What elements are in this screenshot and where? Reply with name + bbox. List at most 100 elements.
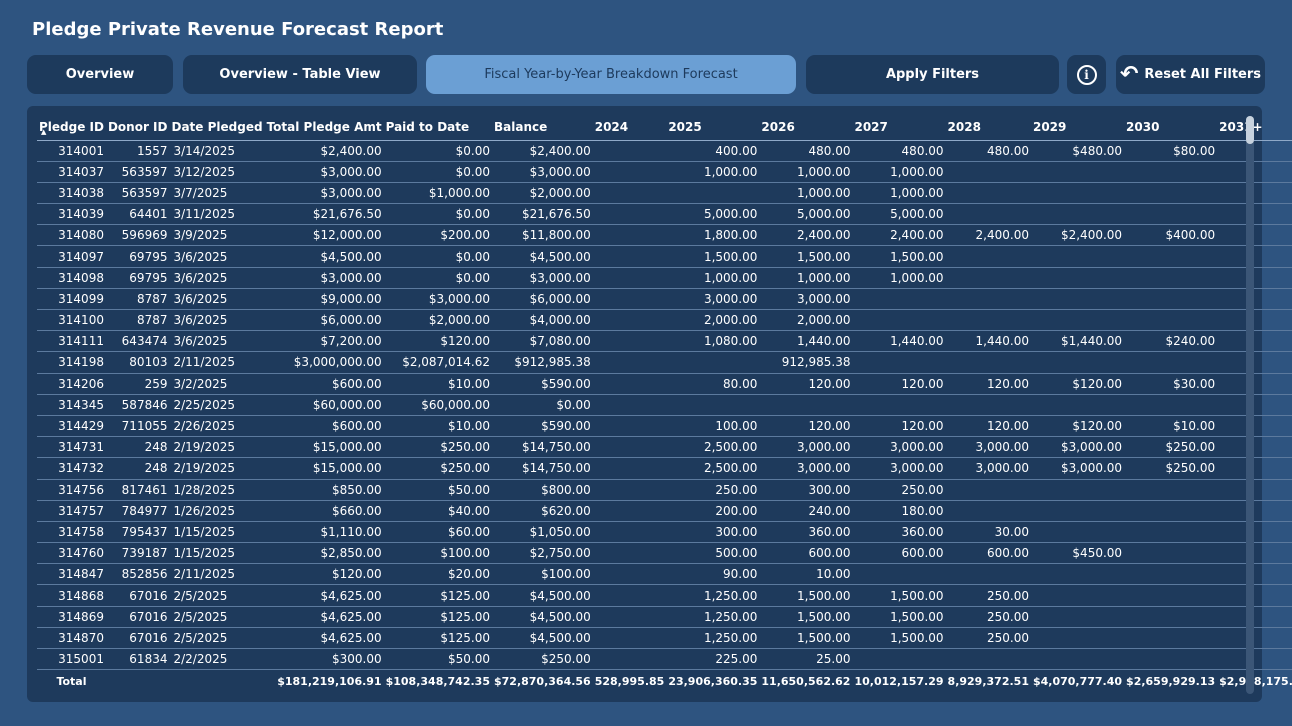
table-row[interactable]: 314429 711055 2/26/2025 $600.00 $10.00 $590.0… xyxy=(37,415,1292,438)
table-cell: 314198 xyxy=(37,351,106,374)
apply-filters-button[interactable]: Apply Filters xyxy=(806,55,1059,94)
table-cell: 314098 xyxy=(37,267,106,289)
table-row[interactable]: 314868 67016 2/5/2025 $4,625.00 $125.00 $4,50… xyxy=(37,584,1292,607)
table-row[interactable]: 314869 67016 2/5/2025 $4,625.00 $125.00 $4,50… xyxy=(37,606,1292,628)
table-row[interactable]: 314080 596969 3/9/2025 $12,000.00 $200.00 $11… xyxy=(37,224,1292,247)
column-header[interactable]: 2028 xyxy=(946,114,1031,140)
column-header[interactable]: 2031+ xyxy=(1217,114,1292,140)
table-totals-row: Total $181,219,106.91 $108,348,742.35 $72,8… xyxy=(37,669,1292,694)
table-row[interactable]: 314731 248 2/19/2025 $15,000.00 $250.00 $14,7… xyxy=(37,436,1292,459)
column-header[interactable]: Paid to Date xyxy=(384,114,492,140)
table-cell xyxy=(592,479,667,501)
table-row[interactable]: 314038 563597 3/7/2025 $3,000.00 $1,000.00 $2… xyxy=(37,182,1292,205)
table-cell: $480.00 xyxy=(1030,140,1125,162)
table-cell: $100.00 xyxy=(383,542,492,565)
table-row[interactable]: 314756 817461 1/28/2025 $850.00 $50.00 $800.0… xyxy=(37,479,1292,501)
table-cell: $4,625.00 xyxy=(264,606,384,628)
table-row[interactable]: 314206 259 3/2/2025 $600.00 $10.00 $590.00 80.… xyxy=(37,373,1292,395)
column-header[interactable]: 2030 xyxy=(1124,114,1217,140)
table-cell xyxy=(852,288,946,311)
table-cell xyxy=(1217,479,1292,501)
table-row[interactable]: 314097 69795 3/6/2025 $4,500.00 $0.00 $4,500.… xyxy=(37,245,1292,268)
scrollbar-thumb[interactable] xyxy=(1246,116,1254,144)
table-cell: $9,000.00 xyxy=(264,288,384,311)
table-cell: $10.00 xyxy=(383,415,492,438)
table-cell xyxy=(945,161,1031,183)
column-header[interactable]: Total Pledge Amt xyxy=(265,114,384,140)
table-cell xyxy=(1030,245,1125,268)
table-row[interactable]: 314039 64401 3/11/2025 $21,676.50 $0.00 $21,6… xyxy=(37,203,1292,226)
table-view-button[interactable]: Overview - Table View xyxy=(183,55,417,94)
table-cell: 3/12/2025 xyxy=(169,161,265,183)
table-row[interactable]: 314037 563597 3/12/2025 $3,000.00 $0.00 $3,00… xyxy=(37,161,1292,183)
table-cell: $2,750.00 xyxy=(491,542,593,565)
column-header[interactable]: Date Pledged xyxy=(169,114,264,140)
table-row[interactable]: 314758 795437 1/15/2025 $1,110.00 $60.00 $1,0… xyxy=(37,521,1292,544)
table-cell: $3,000.00 xyxy=(264,267,384,289)
table-cell xyxy=(1217,351,1292,374)
table-cell: 852856 xyxy=(105,563,170,586)
table-cell: $0.00 xyxy=(383,267,492,289)
table-cell: 3/9/2025 xyxy=(169,224,265,247)
table-cell: 300.00 xyxy=(759,479,853,501)
column-header[interactable]: Balance xyxy=(492,114,593,140)
table-row[interactable]: 314099 8787 3/6/2025 $9,000.00 $3,000.00 $6,0… xyxy=(37,288,1292,311)
table-cell xyxy=(945,394,1031,416)
info-button[interactable]: i xyxy=(1067,55,1106,94)
table-cell: 200.00 xyxy=(666,500,760,522)
table-row[interactable]: 315001 61834 2/2/2025 $300.00 $50.00 $250.00 2… xyxy=(37,648,1292,671)
table-cell: 1/28/2025 xyxy=(169,479,265,501)
column-header[interactable]: 2024 xyxy=(593,114,667,140)
table-cell: $250.00 xyxy=(383,457,492,480)
table-row[interactable]: 314001 1557 3/14/2025 $2,400.00 $0.00 $2,400.… xyxy=(37,140,1292,162)
table-row[interactable]: 314760 739187 1/15/2025 $2,850.00 $100.00 $2,… xyxy=(37,542,1292,565)
table-row[interactable]: 314870 67016 2/5/2025 $4,625.00 $125.00 $4,50… xyxy=(37,627,1292,650)
table-cell xyxy=(666,182,760,205)
table-cell: 643474 xyxy=(105,330,170,353)
table-cell: 314080 xyxy=(37,224,106,247)
table-cell: 2,400.00 xyxy=(945,224,1031,247)
table-cell xyxy=(1124,182,1218,205)
column-header[interactable]: ▲ Pledge ID xyxy=(37,114,106,140)
table-cell: 67016 xyxy=(105,606,170,628)
table-row[interactable]: 314100 8787 3/6/2025 $6,000.00 $2,000.00 $4,0… xyxy=(37,309,1292,332)
table-cell xyxy=(1030,521,1125,544)
table-cell xyxy=(592,351,667,374)
table-cell xyxy=(945,203,1031,226)
table-cell: 3/6/2025 xyxy=(169,309,265,332)
table-cell: $6,000.00 xyxy=(491,288,593,311)
table-cell xyxy=(1217,584,1292,607)
table-cell: 314757 xyxy=(37,500,106,522)
table-row[interactable]: 314111 643474 3/6/2025 $7,200.00 $120.00 $7,0… xyxy=(37,330,1292,353)
table-cell: 2,000.00 xyxy=(666,309,760,332)
column-header[interactable]: 2027 xyxy=(852,114,945,140)
table-cell: 1,250.00 xyxy=(666,627,760,650)
table-row[interactable]: 314345 587846 2/25/2025 $60,000.00 $60,000.0… xyxy=(37,394,1292,416)
table-row[interactable]: 314198 80103 2/11/2025 $3,000,000.00 $2,087,… xyxy=(37,351,1292,374)
overview-button[interactable]: Overview xyxy=(27,55,173,94)
table-cell: 1,250.00 xyxy=(666,606,760,628)
table-cell: 314429 xyxy=(37,415,106,438)
fiscal-breakdown-button[interactable]: Fiscal Year-by-Year Breakdown Forecast xyxy=(426,55,796,94)
table-row[interactable]: 314847 852856 2/11/2025 $120.00 $20.00 $100.0… xyxy=(37,563,1292,586)
vertical-scrollbar[interactable] xyxy=(1246,116,1254,694)
reset-filters-button[interactable]: ↶ Reset All Filters xyxy=(1116,55,1265,94)
column-header[interactable]: 2026 xyxy=(759,114,852,140)
table-cell: 3,000.00 xyxy=(945,457,1031,480)
table-cell xyxy=(592,521,667,544)
table-row[interactable]: 314732 248 2/19/2025 $15,000.00 $250.00 $14,7… xyxy=(37,457,1292,480)
table-cell xyxy=(592,245,667,268)
column-header[interactable]: 2029 xyxy=(1031,114,1124,140)
table-cell: $21,676.50 xyxy=(491,203,593,226)
table-cell xyxy=(945,309,1031,332)
table-cell: 1,440.00 xyxy=(759,330,853,353)
column-header[interactable]: 2025 xyxy=(666,114,759,140)
total-cell: 10,012,157.29 xyxy=(852,669,946,694)
table-row[interactable]: 314098 69795 3/6/2025 $3,000.00 $0.00 $3,000.… xyxy=(37,267,1292,289)
column-header[interactable]: Donor ID xyxy=(106,114,170,140)
table-cell: 80103 xyxy=(105,351,170,374)
table-cell: 2/26/2025 xyxy=(169,415,265,438)
table-cell: $2,400.00 xyxy=(1030,224,1125,247)
table-row[interactable]: 314757 784977 1/26/2025 $660.00 $40.00 $620.0… xyxy=(37,500,1292,522)
table-cell xyxy=(1217,394,1292,416)
